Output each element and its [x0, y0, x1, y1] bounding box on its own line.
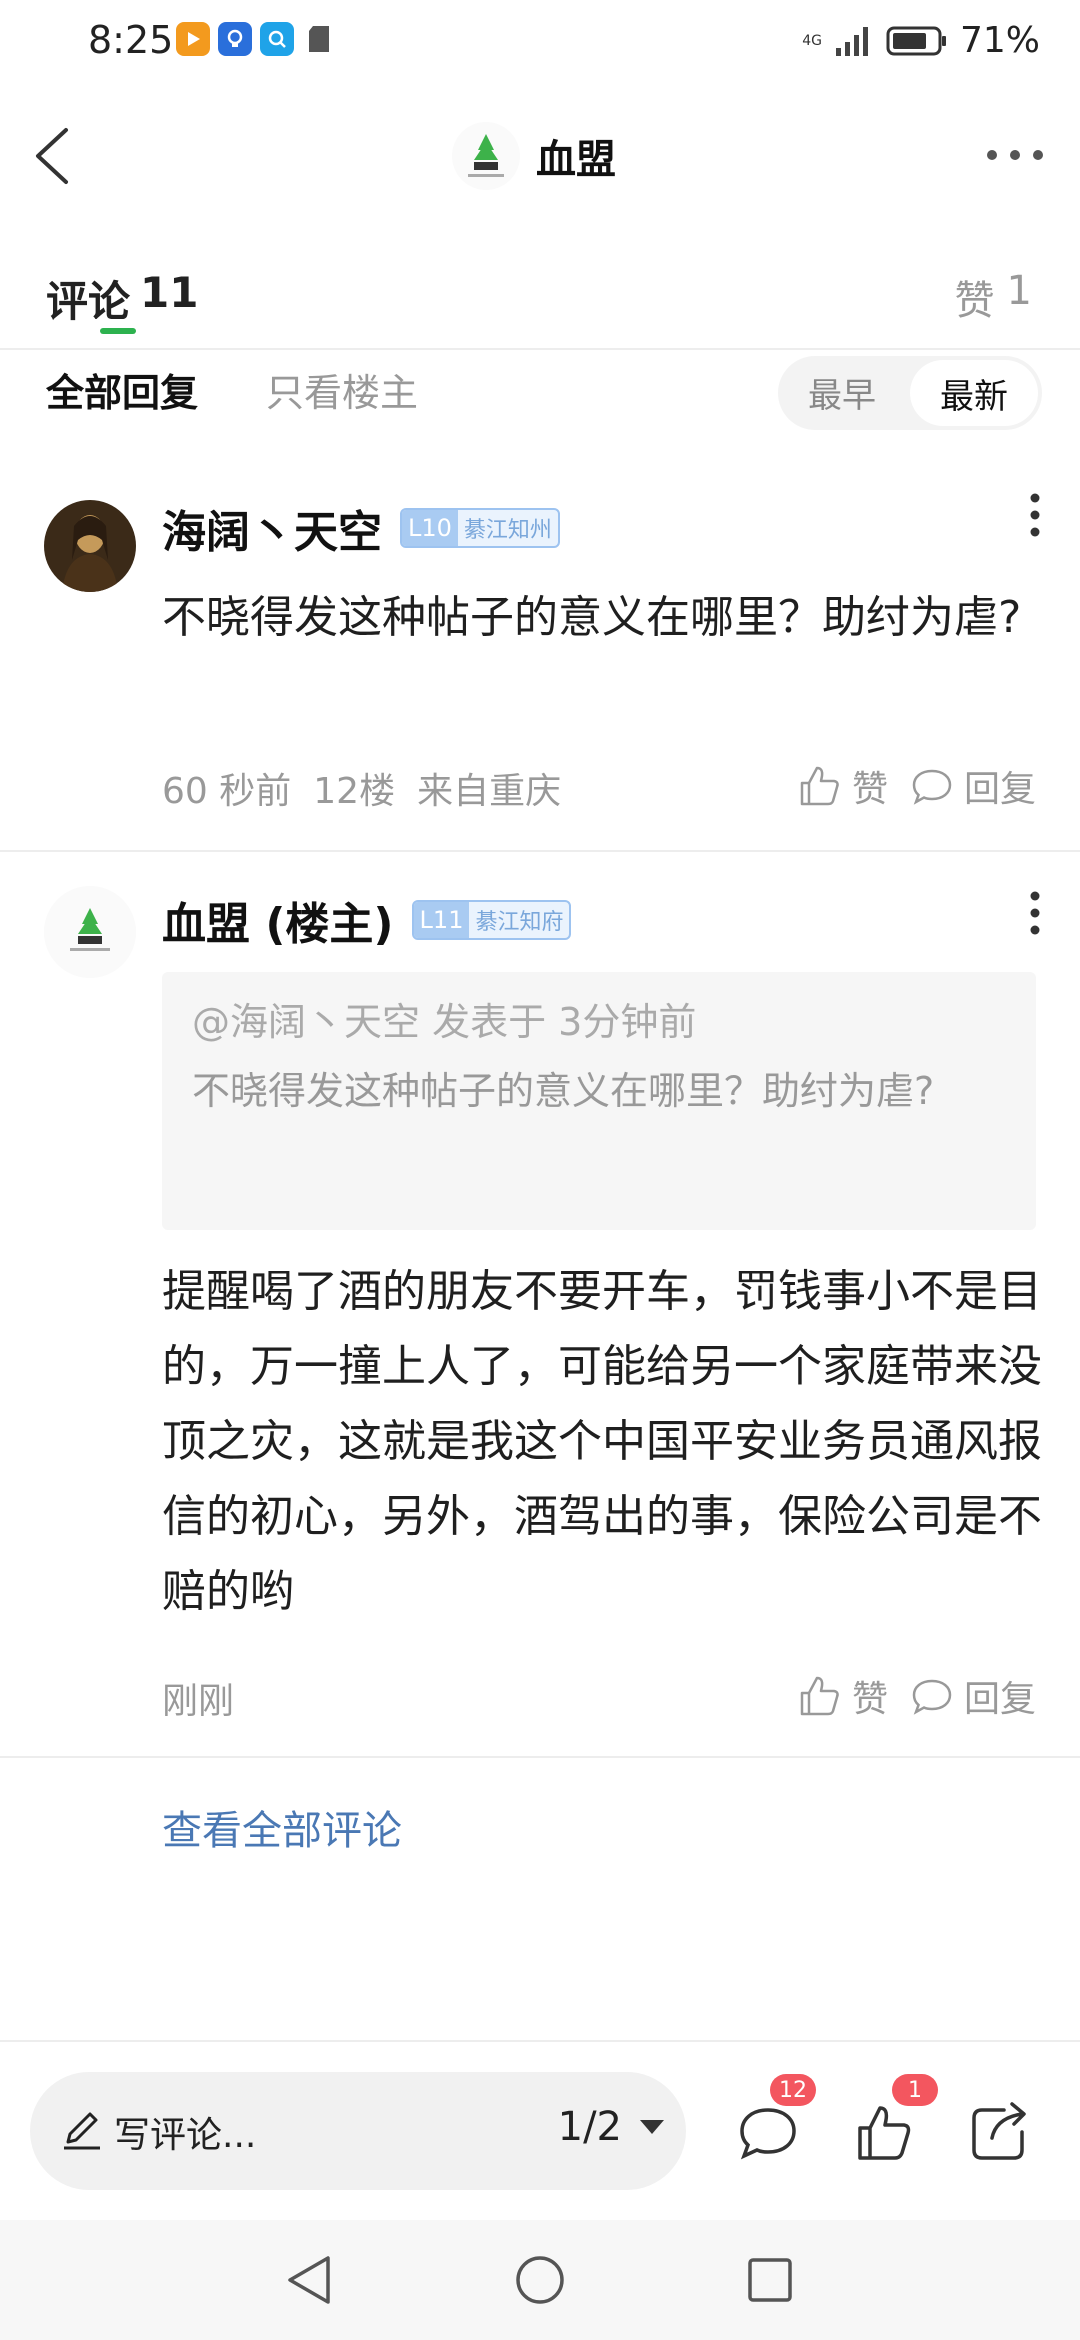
quote-header: @海阔丶天空 发表于 3分钟前: [192, 1000, 697, 1044]
comment-tabs: 评论 11 赞 1: [0, 262, 1080, 352]
circle-home-icon: [516, 2256, 564, 2304]
thumbs-up-icon: [800, 1676, 839, 1716]
divider: [0, 2040, 1080, 2042]
author-name[interactable]: 血盟 (楼主): [162, 888, 394, 952]
system-nav-bar: [0, 2220, 1080, 2340]
triangle-back-icon: [288, 2256, 330, 2304]
like-button[interactable]: 赞: [798, 760, 888, 812]
thumbs-up-icon: [800, 766, 839, 806]
battery-percent: 71%: [959, 20, 1040, 61]
reply-label: 回复: [963, 1679, 1036, 1720]
comment-floor: 12楼: [313, 771, 396, 812]
comment-bubble-icon: [912, 1679, 952, 1715]
battery-icon: [886, 26, 946, 55]
share-icon: [972, 2102, 1026, 2160]
more-options-button[interactable]: [980, 140, 1050, 170]
comment-text: 不晓得发这种帖子的意义在哪里？助纣为虐?: [162, 592, 1022, 643]
like-post-button[interactable]: 1: [844, 2074, 938, 2172]
comment-text: 提醒喝了酒的朋友不要开车，罚钱事小不是目的，万一撞上人了，可能给另一个家庭带来没…: [162, 1266, 1042, 1617]
comment-time: 刚刚: [162, 1681, 235, 1722]
comments-button[interactable]: 12: [728, 2074, 816, 2172]
filter-all-replies[interactable]: 全部回复: [46, 362, 198, 417]
tab-comments[interactable]: 评论 11: [46, 268, 198, 329]
active-tab-indicator: [100, 328, 136, 334]
sd-card-icon: [302, 22, 336, 56]
top-nav-header: 血盟: [0, 90, 1080, 220]
comment-menu-button[interactable]: [1020, 888, 1050, 938]
level-badge: L10 綦江知州: [400, 508, 560, 548]
forum-title[interactable]: 血盟: [450, 120, 616, 192]
more-horizontal-icon: [987, 150, 1043, 160]
comment-actions: 赞 回复: [798, 1670, 1036, 1722]
rank-title: 綦江知府: [475, 910, 564, 935]
chevron-left-icon: [36, 128, 68, 184]
divider: [0, 1756, 1080, 1758]
level-text: L10: [402, 510, 458, 546]
like-button[interactable]: 赞: [798, 1670, 888, 1722]
reply-button[interactable]: 回复: [910, 1670, 1036, 1722]
pencil-icon: [64, 2112, 100, 2150]
reply-label: 回复: [963, 769, 1036, 810]
level-text: L11: [413, 902, 470, 938]
network-type: 4G: [802, 32, 822, 49]
back-button[interactable]: [24, 116, 94, 194]
page-title: 血盟: [536, 137, 616, 183]
level-badge: L11 綦江知府: [411, 900, 572, 940]
more-vertical-icon: [1030, 493, 1040, 537]
write-comment-placeholder: 写评论...: [114, 2115, 257, 2156]
status-bar: 8:25 4G 71%: [0, 0, 1080, 90]
comment-meta: 刚刚: [162, 1672, 234, 1724]
nav-home-button[interactable]: [510, 2250, 570, 2310]
tab-comments-label: 评论: [46, 277, 131, 326]
sort-newest-option[interactable]: 最新: [910, 360, 1038, 426]
status-notification-icons: [176, 22, 336, 56]
nav-back-button[interactable]: [280, 2250, 340, 2310]
avatar[interactable]: [44, 500, 136, 592]
tab-likes-label: 赞: [954, 278, 995, 324]
avatar[interactable]: [44, 886, 136, 978]
forum-logo-icon: [452, 122, 520, 190]
tab-comments-count: 11: [140, 268, 199, 317]
like-label: 赞: [851, 1679, 888, 1720]
filter-owner-only[interactable]: 只看楼主: [266, 362, 418, 417]
quote-text: 不晓得发这种帖子的意义在哪里？助纣为虐?: [192, 1069, 935, 1113]
sort-oldest-option[interactable]: 最早: [808, 368, 876, 417]
comment-meta: 60 秒前 12楼 来自重庆: [162, 762, 561, 814]
comment-item: 血盟 (楼主) L11 綦江知府 @海阔丶天空 发表于 3分钟前 不晓得发这种帖…: [0, 852, 1080, 1752]
author-name[interactable]: 海阔丶天空: [162, 496, 382, 560]
idea-app-icon: [218, 22, 252, 56]
page-selector[interactable]: 1/2: [558, 2104, 666, 2150]
signal-icon: [835, 26, 868, 56]
more-vertical-icon: [1030, 891, 1040, 935]
reply-button[interactable]: 回复: [910, 760, 1036, 812]
tab-likes[interactable]: 赞 1: [955, 268, 1032, 326]
caret-down-icon: [640, 2120, 664, 2134]
comment-actions: 赞 回复: [798, 760, 1036, 812]
sort-toggle: 最早 最新: [778, 356, 1042, 430]
comment-menu-button[interactable]: [1020, 490, 1050, 540]
square-recents-icon: [748, 2258, 792, 2302]
write-comment-input[interactable]: 写评论... 1/2: [30, 2072, 686, 2190]
comment-time: 60 秒前: [162, 771, 292, 812]
comment-author-row: 海阔丶天空 L10 綦江知州: [162, 496, 560, 560]
share-button[interactable]: [958, 2092, 1038, 2172]
status-time: 8:25: [88, 18, 174, 62]
like-label: 赞: [851, 769, 888, 810]
rank-title: 綦江知州: [463, 518, 552, 543]
filter-row: 全部回复 只看楼主 最早 最新: [0, 350, 1080, 440]
nav-recents-button[interactable]: [740, 2250, 800, 2310]
comment-bubble-icon: [912, 769, 952, 805]
tab-likes-count: 1: [1006, 268, 1032, 314]
comment-item: 海阔丶天空 L10 綦江知州 不晓得发这种帖子的意义在哪里？助纣为虐? 60 秒…: [0, 460, 1080, 850]
video-app-icon: [176, 22, 210, 56]
status-right: 4G 71%: [802, 20, 1040, 61]
comment-author-row: 血盟 (楼主) L11 綦江知府: [162, 888, 572, 952]
search-app-icon: [260, 22, 294, 56]
quoted-comment[interactable]: @海阔丶天空 发表于 3分钟前 不晓得发这种帖子的意义在哪里？助纣为虐?: [162, 972, 1036, 1230]
likes-count-badge: 1: [892, 2074, 938, 2106]
comments-count-badge: 12: [770, 2074, 816, 2106]
page-indicator: 1/2: [557, 2104, 622, 2150]
comment-location: 来自重庆: [417, 771, 562, 812]
view-all-comments-link[interactable]: 查看全部评论: [162, 1798, 402, 1856]
